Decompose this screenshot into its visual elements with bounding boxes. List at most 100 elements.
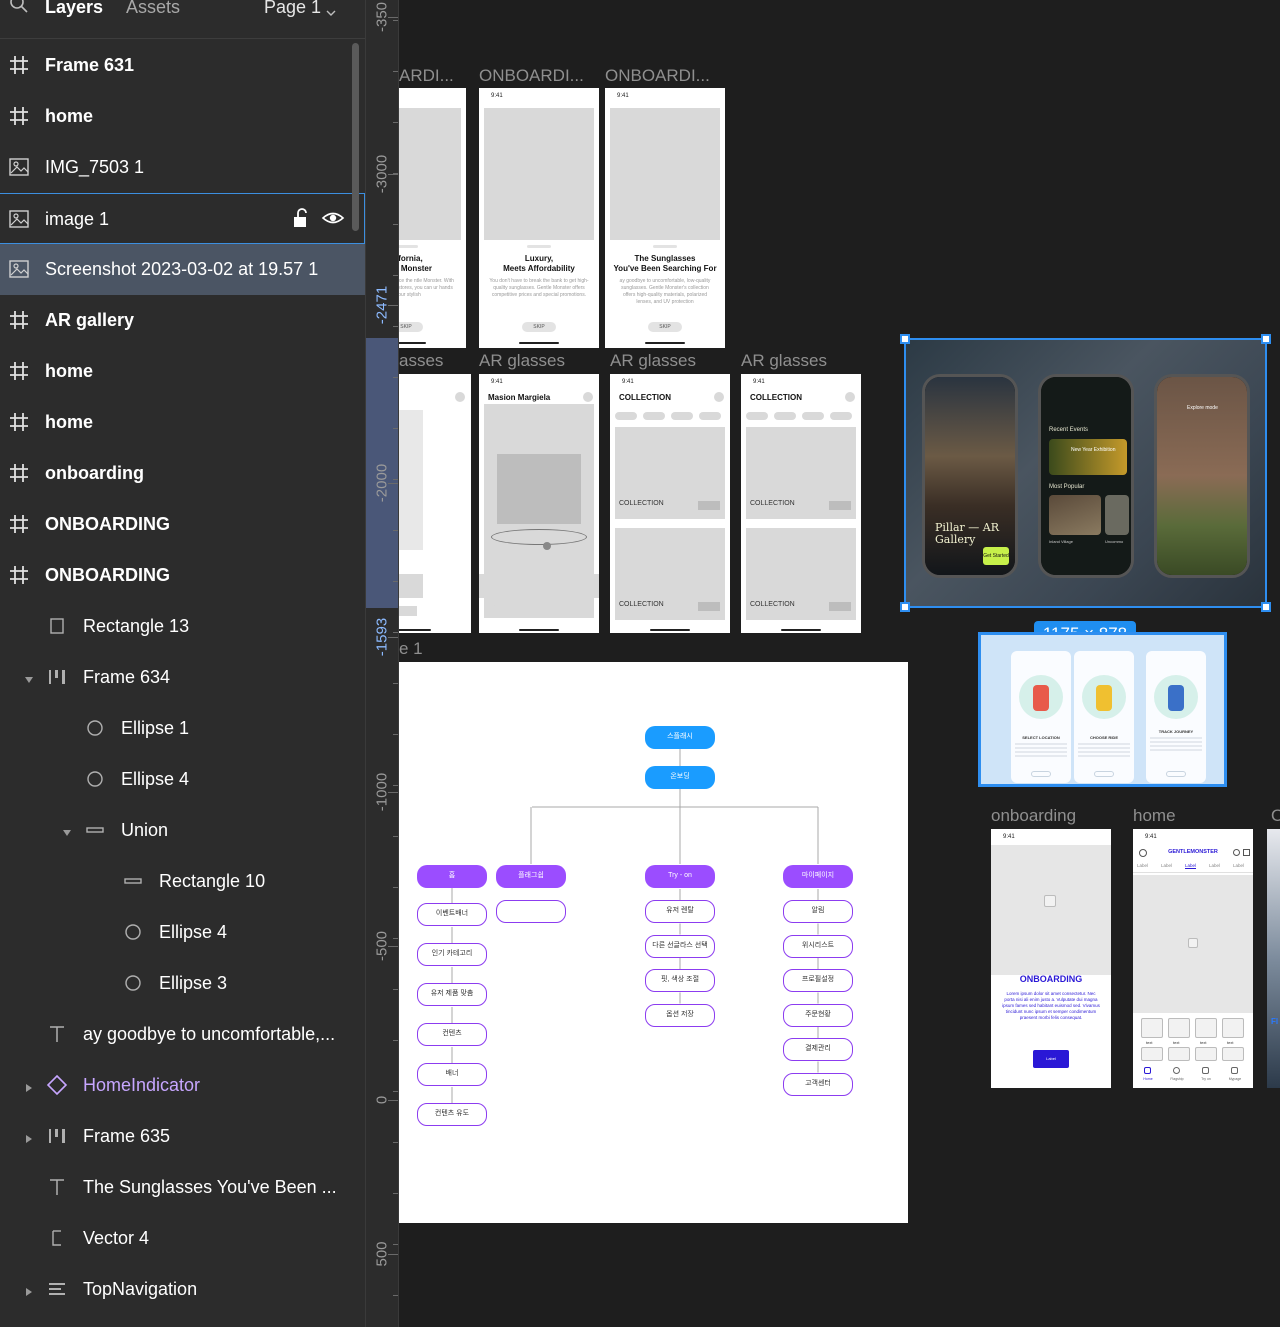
onboarding-screen[interactable]: 9:41alifornia,entle Monsterlifornia to e…: [399, 88, 466, 348]
flow-node[interactable]: 이벤트배너: [417, 903, 487, 926]
grid-thumb[interactable]: [1141, 1047, 1163, 1061]
flow-node[interactable]: 프로필설정: [783, 969, 853, 992]
grid-thumb[interactable]: [1222, 1047, 1244, 1061]
flow-node[interactable]: 컨텐츠 유도: [417, 1103, 487, 1126]
nav-label[interactable]: Mypage: [1226, 1077, 1244, 1081]
flow-node[interactable]: 다른 선글라스 선택: [645, 934, 715, 958]
home-tab[interactable]: Label: [1233, 863, 1244, 868]
layer-row[interactable]: Frame 631: [0, 40, 365, 91]
frame-title-cut[interactable]: O: [1271, 806, 1280, 826]
tab-assets[interactable]: Assets: [126, 0, 180, 17]
resize-handle-bottom-left[interactable]: [900, 602, 910, 612]
ar-glasses-screen[interactable]: 9:41 Masion Margiela: [479, 374, 599, 633]
caret-down-icon[interactable]: [62, 825, 72, 836]
layer-row[interactable]: home: [0, 346, 365, 397]
flow-node[interactable]: 유저 제품 맞춤: [417, 983, 487, 1006]
home-frame[interactable]: 9:41 GENTLEMONSTER Label Label Label Label L…: [1133, 829, 1253, 1088]
ar-glasses-screen[interactable]: 9:41ingon Margiela: [399, 374, 471, 633]
layer-row[interactable]: home: [0, 397, 365, 448]
layer-row[interactable]: image 1: [0, 193, 365, 244]
layer-row[interactable]: Vector 4: [0, 1213, 365, 1264]
filter-chip[interactable]: [615, 412, 637, 420]
layer-row[interactable]: Ellipse 4: [0, 754, 365, 805]
ring-handle[interactable]: [543, 542, 551, 550]
layer-row[interactable]: Union: [0, 805, 365, 856]
caret-right-icon[interactable]: [24, 1131, 34, 1143]
frame-title-ar-4[interactable]: AR glasses: [741, 351, 827, 371]
flow-node[interactable]: 고객센터: [783, 1072, 853, 1096]
skip-button[interactable]: SKIP: [399, 322, 423, 332]
nav-label[interactable]: Flagship: [1168, 1077, 1186, 1081]
filter-chip[interactable]: [802, 412, 824, 420]
frame-title-onboarding-2[interactable]: ONBOARDI...: [479, 66, 584, 86]
grid-thumb[interactable]: [1168, 1018, 1190, 1038]
image-1-onboarding-preview[interactable]: SELECT LOCATION CHOOSE RIDE TRACK JOURNEY: [978, 632, 1227, 787]
flow-node[interactable]: 옵션 저장: [645, 1003, 715, 1027]
layer-row[interactable]: Ellipse 4: [0, 907, 365, 958]
filter-chip[interactable]: [774, 412, 796, 420]
grid-thumb[interactable]: [1141, 1018, 1163, 1038]
flow-node[interactable]: 유저 렌탈: [645, 900, 715, 923]
flow-node[interactable]: 핏, 색상 조절: [645, 969, 715, 992]
eye-icon[interactable]: [321, 208, 345, 233]
filter-chip[interactable]: [830, 412, 852, 420]
flow-node[interactable]: 위시리스트: [783, 934, 853, 958]
layers-scrollbar[interactable]: [352, 43, 359, 231]
flow-node-top[interactable]: 스플래시: [645, 726, 715, 749]
layer-row[interactable]: Ellipse 3: [0, 958, 365, 1009]
search-icon[interactable]: [9, 0, 29, 19]
skip-button[interactable]: SKIP: [522, 322, 556, 332]
filter-chip[interactable]: [746, 412, 768, 420]
flow-node[interactable]: 인기 카테고리: [417, 943, 487, 966]
frame-title-ar-2[interactable]: AR glasses: [479, 351, 565, 371]
flow-branch-head[interactable]: 마이페이지: [783, 865, 853, 888]
page-selector[interactable]: Page 1: [264, 0, 336, 17]
flow-node[interactable]: 알림: [783, 900, 853, 923]
flow-node[interactable]: 컨텐츠: [417, 1023, 487, 1046]
home-tab[interactable]: Label: [1161, 863, 1172, 868]
grid-thumb[interactable]: [1195, 1047, 1217, 1061]
grid-thumb[interactable]: [1222, 1018, 1244, 1038]
filter-chip[interactable]: [671, 412, 693, 420]
filter-chip[interactable]: [643, 412, 665, 420]
frame-title-home[interactable]: home: [1133, 806, 1176, 826]
onboarding-label-button[interactable]: Label: [1033, 1050, 1069, 1068]
onboarding-frame[interactable]: 9:41 ONBOARDING Lorem ipsum dolor sit am…: [991, 829, 1111, 1088]
layer-row[interactable]: Screenshot 2023-03-02 at 19.57 1: [0, 244, 365, 295]
layer-row[interactable]: TopNavigation: [0, 1264, 365, 1315]
nav-label[interactable]: Home: [1139, 1077, 1157, 1081]
layer-row[interactable]: IMG_7503 1: [0, 142, 365, 193]
frame-title-ar-3[interactable]: AR glasses: [610, 351, 696, 371]
resize-handle-bottom-right[interactable]: [1261, 602, 1271, 612]
flow-branch-head[interactable]: 플래그쉽: [496, 865, 566, 888]
layer-row[interactable]: ONBOARDING: [0, 550, 365, 601]
layer-row[interactable]: Frame 635: [0, 1111, 365, 1162]
frame-title-flow[interactable]: e 1: [399, 639, 423, 659]
caret-right-icon[interactable]: [24, 1284, 34, 1296]
onboarding-screen[interactable]: 9:41 Luxury, Meets Affordability You don't …: [479, 88, 599, 348]
home-tab[interactable]: Label: [1209, 863, 1220, 868]
caret-down-icon[interactable]: [24, 672, 34, 683]
home-tab[interactable]: Label: [1185, 863, 1197, 869]
frame-title-ar-1[interactable]: asses: [399, 351, 443, 371]
flow-node[interactable]: 배너: [417, 1063, 487, 1086]
design-canvas[interactable]: ARDI... ONBOARDI... ONBOARDI... 9:41alif…: [399, 0, 1280, 1327]
nav-label[interactable]: Try on: [1197, 1077, 1215, 1081]
ar-glasses-screen[interactable]: 9:41 COLLECTION COLLECTION COLLECTION: [741, 374, 861, 633]
flowchart-frame[interactable]: 스플래시 온보딩 홈 이벤트배너 인기 카테고리 유저 제품 맞춤 컨텐츠 배너 컨텐츠 유도 플…: [399, 662, 908, 1223]
flow-branch-head[interactable]: Try - on: [645, 865, 715, 888]
caret-right-icon[interactable]: [24, 1080, 34, 1092]
cut-off-frame[interactable]: Fl: [1267, 829, 1280, 1088]
frame-title-onboarding-3[interactable]: ONBOARDI...: [605, 66, 710, 86]
layer-row[interactable]: Rectangle 10: [0, 856, 365, 907]
resize-handle-top-left[interactable]: [900, 334, 910, 344]
layer-row[interactable]: The Sunglasses You've Been ...: [0, 1162, 365, 1213]
flow-node-top[interactable]: 온보딩: [645, 766, 715, 789]
grid-thumb[interactable]: [1168, 1047, 1190, 1061]
skip-button[interactable]: SKIP: [648, 322, 682, 332]
resize-handle-top-right[interactable]: [1261, 334, 1271, 344]
unlock-icon[interactable]: [292, 208, 310, 233]
flow-node[interactable]: 결제관리: [783, 1038, 853, 1061]
frame-title-onboarding-1[interactable]: ARDI...: [399, 66, 461, 86]
layer-row[interactable]: onboarding: [0, 448, 365, 499]
